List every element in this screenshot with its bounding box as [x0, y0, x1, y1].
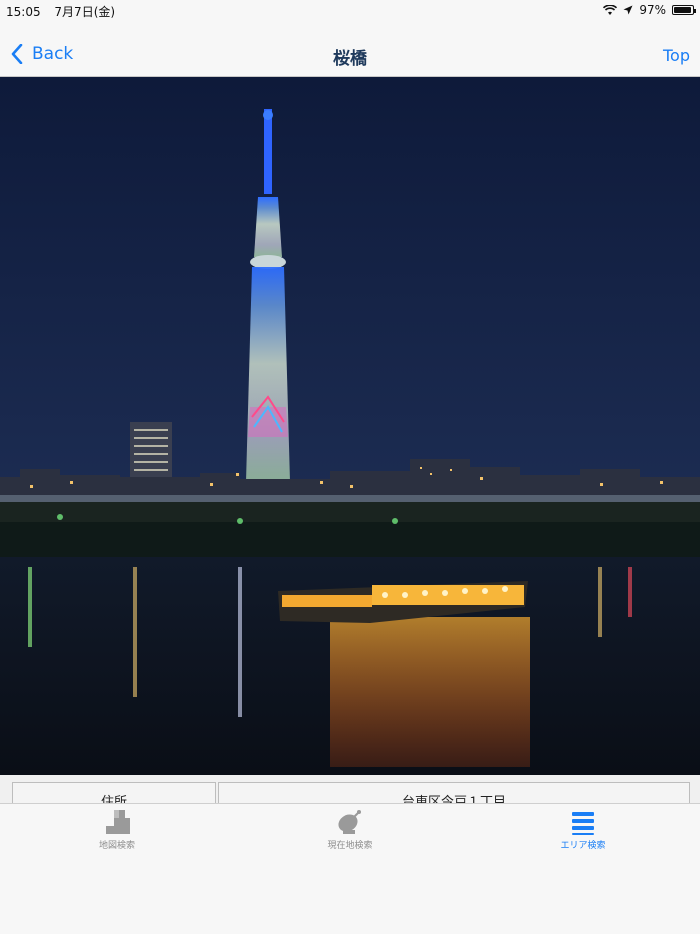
tokyo-skytree-night-photo — [0, 77, 700, 775]
info-table: 住所 台東区今戸１丁目 — [0, 775, 700, 812]
status-date: 7月7日(金) — [54, 5, 116, 19]
status-bar: 15:05 7月7日(金) 97% — [0, 0, 700, 20]
page-title: 桜橋 — [333, 49, 367, 69]
list-icon — [572, 812, 594, 835]
map-search-icon — [106, 810, 130, 834]
tab-current-location-search[interactable]: 現在地検索 — [290, 808, 410, 851]
battery-icon — [672, 5, 696, 15]
tab-area-search[interactable]: エリア検索 — [523, 808, 643, 851]
tab-bar: 地図検索 現在地検索 エリア検索 — [0, 803, 700, 934]
battery-fill — [674, 7, 692, 13]
tab-area-search-label: エリア検索 — [560, 841, 606, 851]
satellite-dish-icon — [338, 810, 361, 834]
location-arrow-icon — [623, 5, 633, 15]
tab-map-search-label: 地図検索 — [98, 841, 135, 851]
top-button[interactable]: Top — [663, 46, 690, 65]
status-time: 15:05 — [6, 5, 41, 19]
app-screen: 15:05 7月7日(金) 97% Back 桜橋 Top 地図検索 現在地検索… — [0, 0, 700, 934]
tab-current-location-label: 現在地検索 — [327, 841, 373, 851]
wifi-icon — [603, 4, 618, 15]
navigation-bar: Back 桜橋 Top — [0, 20, 700, 77]
tab-map-search[interactable]: 地図検索 — [57, 808, 177, 851]
spot-photo — [0, 77, 700, 775]
battery-percent: 97% — [639, 3, 666, 17]
